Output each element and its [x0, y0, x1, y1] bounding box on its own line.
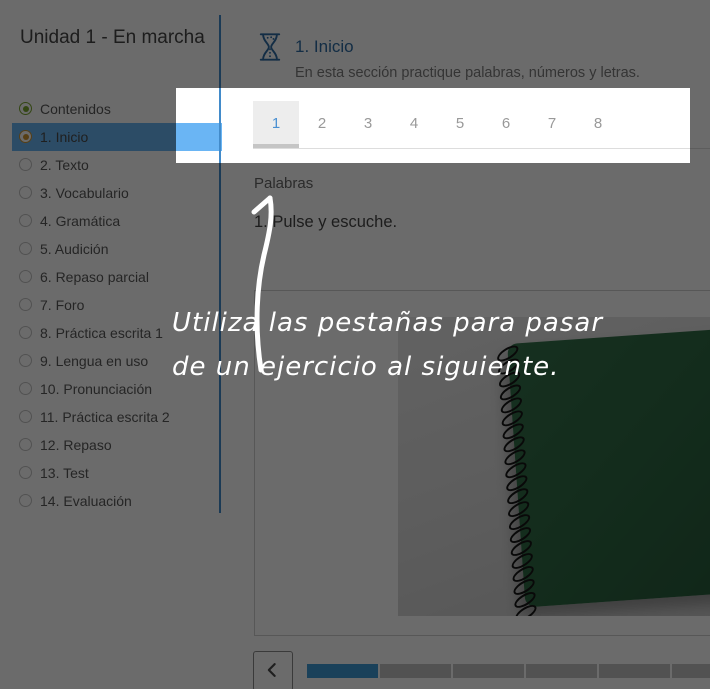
sidebar-item[interactable]: Contenidos	[12, 95, 222, 123]
sidebar-item-label: 6. Repaso parcial	[40, 269, 149, 285]
radio-empty-icon	[19, 186, 32, 199]
progress-segment	[526, 664, 597, 678]
sidebar-item[interactable]: 7. Foro	[12, 291, 222, 319]
radio-empty-icon	[19, 326, 32, 339]
spiral-binding	[495, 347, 541, 616]
sidebar-item[interactable]: 13. Test	[12, 459, 222, 487]
sidebar-item-label: 9. Lengua en uso	[40, 353, 148, 369]
sidebar-divider	[219, 15, 221, 513]
radio-empty-icon	[19, 298, 32, 311]
sidebar-item-label: 13. Test	[40, 465, 89, 481]
progress-segment	[599, 664, 670, 678]
radio-orange-icon	[19, 130, 32, 143]
sidebar-item[interactable]: 6. Repaso parcial	[12, 263, 222, 291]
sidebar-item-label: 12. Repaso	[40, 437, 112, 453]
tab-3[interactable]: 3	[345, 101, 391, 148]
radio-empty-icon	[19, 494, 32, 507]
previous-button[interactable]	[253, 651, 293, 689]
tab-7[interactable]: 7	[529, 101, 575, 148]
sidebar-item-label: 8. Práctica escrita 1	[40, 325, 163, 341]
tab-4[interactable]: 4	[391, 101, 437, 148]
sidebar-item[interactable]: 5. Audición	[12, 235, 222, 263]
sidebar-item[interactable]: 14. Evaluación	[12, 487, 222, 515]
radio-empty-icon	[19, 438, 32, 451]
progress-segment	[380, 664, 451, 678]
exercise-tabs: 12345678	[253, 101, 621, 148]
unit-title: Unidad 1 - En marcha	[20, 24, 205, 51]
sidebar-item[interactable]: 2. Texto	[12, 151, 222, 179]
sidebar-item-label: 7. Foro	[40, 297, 84, 313]
tab-8[interactable]: 8	[575, 101, 621, 148]
sidebar-item[interactable]: 11. Práctica escrita 2	[12, 403, 222, 431]
radio-empty-icon	[19, 158, 32, 171]
sidebar-item-label: 14. Evaluación	[40, 493, 132, 509]
hourglass-icon	[256, 32, 284, 67]
sidebar-item[interactable]: 8. Práctica escrita 1	[12, 319, 222, 347]
unit-nav: Contenidos 1. Inicio 2. Texto 3. Vocabulari…	[0, 95, 222, 515]
chevron-left-icon	[263, 668, 283, 683]
sidebar-item-label: 3. Vocabulario	[40, 185, 129, 201]
tab-5[interactable]: 5	[437, 101, 483, 148]
radio-empty-icon	[19, 466, 32, 479]
tab-2[interactable]: 2	[299, 101, 345, 148]
radio-empty-icon	[19, 242, 32, 255]
progress-bar	[307, 664, 710, 678]
section-title: 1. Inicio	[295, 37, 354, 57]
course-page: Unidad 1 - En marcha Contenidos 1. Inicio…	[0, 0, 710, 689]
radio-empty-icon	[19, 354, 32, 367]
section-subtitle: En esta sección practique palabras, núme…	[295, 65, 640, 81]
sidebar-item-label: Contenidos	[40, 101, 111, 117]
sidebar-item[interactable]: 1. Inicio	[12, 123, 222, 151]
sidebar-item[interactable]: 9. Lengua en uso	[12, 347, 222, 375]
radio-empty-icon	[19, 410, 32, 423]
progress-segment	[453, 664, 524, 678]
tabs-underline	[253, 148, 710, 149]
sidebar-item-label: 4. Gramática	[40, 213, 120, 229]
sidebar-item[interactable]: 3. Vocabulario	[12, 179, 222, 207]
exercise-instruction: 1. Pulse y escuche.	[254, 213, 397, 232]
progress-segment	[672, 664, 710, 678]
sidebar-item-label: 10. Pronunciación	[40, 381, 152, 397]
exercise-category-label: Palabras	[254, 175, 313, 192]
sidebar-item-label: 5. Audición	[40, 241, 109, 257]
sidebar-item[interactable]: 12. Repaso	[12, 431, 222, 459]
sidebar-item[interactable]: 10. Pronunciación	[12, 375, 222, 403]
tab-1[interactable]: 1	[253, 101, 299, 148]
radio-empty-icon	[19, 270, 32, 283]
exercise-image: LP LIDERPAPEL	[398, 317, 710, 616]
progress-segment	[307, 664, 378, 678]
tab-6[interactable]: 6	[483, 101, 529, 148]
sidebar-item-label: 1. Inicio	[40, 129, 88, 145]
radio-empty-icon	[19, 382, 32, 395]
radio-empty-icon	[19, 214, 32, 227]
radio-green-icon	[19, 102, 32, 115]
notebook-photo: LP LIDERPAPEL	[507, 327, 710, 608]
sidebar-item[interactable]: 4. Gramática	[12, 207, 222, 235]
sidebar-item-label: 2. Texto	[40, 157, 89, 173]
sidebar-item-label: 11. Práctica escrita 2	[40, 409, 170, 425]
